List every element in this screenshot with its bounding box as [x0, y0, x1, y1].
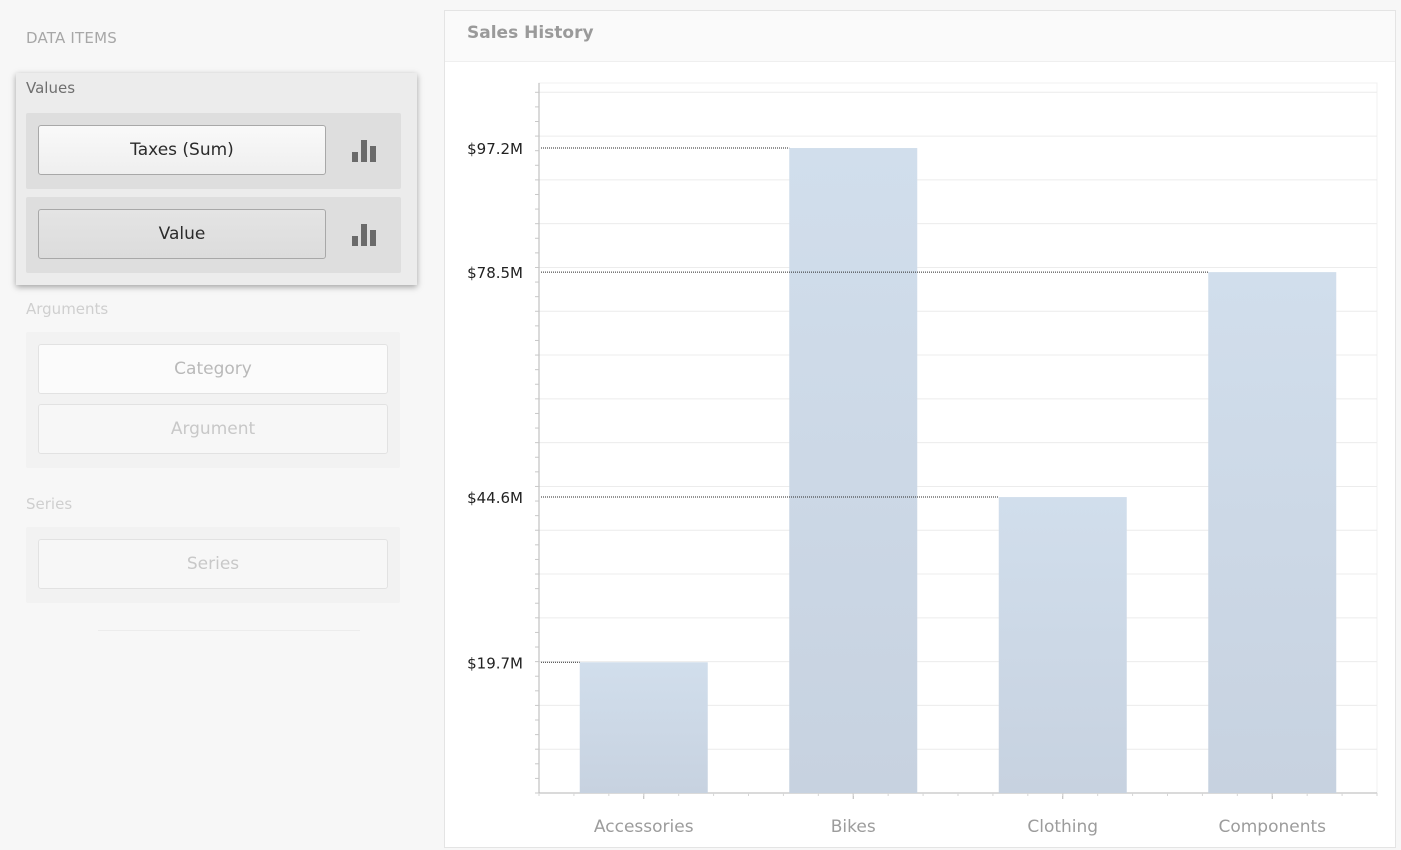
series-section: Series	[26, 527, 400, 603]
bar-chart: $19.7M Accessories $97.2M Bikes $44.6M Clothi…	[467, 82, 1378, 837]
value-label: $19.7M	[467, 654, 523, 672]
arguments-section: Category Argument	[26, 332, 400, 468]
sales-history-chart-panel: Sales History $19.7M Accessories $97.2M Bik…	[444, 10, 1396, 848]
bar-chart-icon[interactable]	[350, 138, 378, 164]
value-item-value[interactable]: Value	[26, 197, 401, 273]
category-label: Components	[1218, 817, 1326, 837]
value-label: $97.2M	[467, 140, 523, 158]
values-section: Values Taxes (Sum) Value	[16, 73, 417, 285]
value-label: $44.6M	[467, 489, 523, 507]
data-items-panel: DATA ITEMS Values Taxes (Sum) Value Argu…	[0, 0, 430, 850]
bar-bikes[interactable]	[789, 148, 918, 794]
argument-placeholder-button[interactable]: Argument	[38, 404, 388, 454]
values-label: Values	[26, 79, 76, 97]
data-items-heading: DATA ITEMS	[26, 29, 117, 47]
divider	[98, 630, 360, 631]
bar-clothing[interactable]	[998, 497, 1127, 793]
category-label: Bikes	[831, 817, 876, 837]
bar-components[interactable]	[1208, 272, 1337, 793]
value-label: $78.5M	[467, 264, 523, 282]
series-placeholder-button[interactable]: Series	[38, 539, 388, 589]
series-label: Series	[26, 495, 73, 513]
bar-accessories[interactable]	[579, 662, 708, 793]
value-button[interactable]: Value	[38, 209, 326, 259]
value-item-taxes[interactable]: Taxes (Sum)	[26, 113, 401, 189]
taxes-sum-button[interactable]: Taxes (Sum)	[38, 125, 326, 175]
category-label: Accessories	[594, 817, 694, 837]
category-argument-button[interactable]: Category	[38, 344, 388, 394]
category-label: Clothing	[1027, 817, 1098, 837]
arguments-label: Arguments	[26, 300, 109, 318]
bar-chart-icon[interactable]	[350, 222, 378, 248]
